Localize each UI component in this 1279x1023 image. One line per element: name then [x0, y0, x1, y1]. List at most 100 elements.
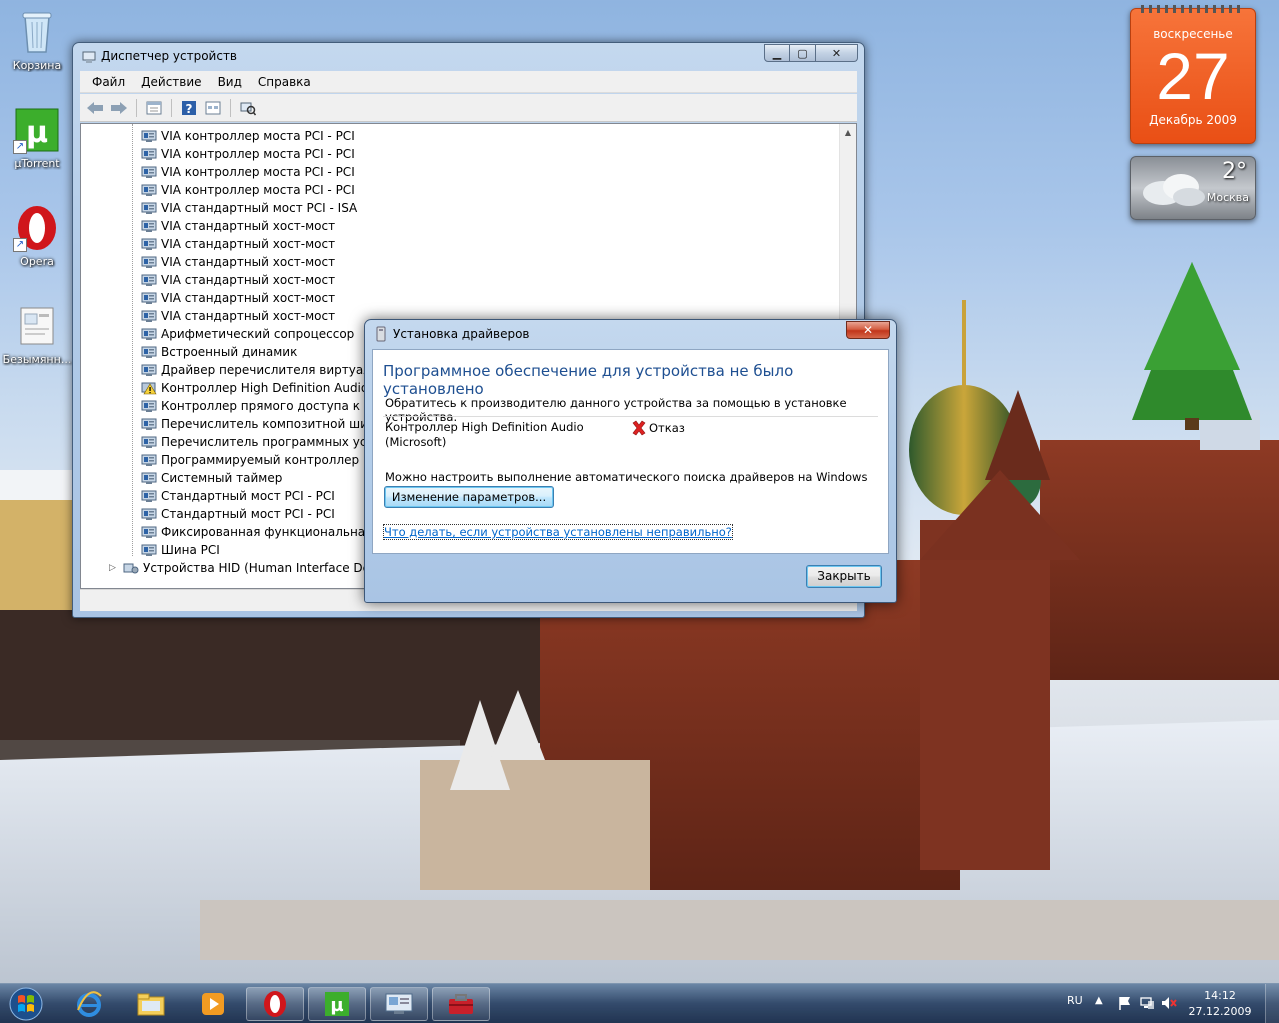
taskbar-utorrent[interactable]: µ — [308, 987, 366, 1021]
device-tree-item-label: Контроллер High Definition Audio (M — [161, 381, 388, 395]
device-tree-item[interactable]: VIA стандартный хост-мост — [81, 271, 839, 289]
desktop-icon-label: Безымянн... — [2, 353, 72, 366]
desktop-icon-label: Корзина — [12, 59, 62, 72]
volume-muted-icon[interactable] — [1161, 995, 1177, 1011]
show-hidden-icons-button[interactable]: ▲ — [1095, 995, 1111, 1011]
device-tree-item-label: Фиксированная функциональная кно — [161, 525, 399, 539]
device-icon — [141, 201, 157, 215]
device-tree-item-label: VIA контроллер моста PCI - PCI — [161, 165, 355, 179]
device-tree-item-label: Стандартный мост PCI - PCI — [161, 489, 335, 503]
device-tree-item-label: Перечислитель программных устро — [161, 435, 389, 449]
forward-button[interactable] — [108, 97, 130, 119]
desktop-icon-label: µTorrent — [14, 157, 60, 170]
device-tree-item-label: Стандартный мост PCI - PCI — [161, 507, 335, 521]
show-desktop-button[interactable] — [1265, 984, 1279, 1023]
device-tree-item[interactable]: VIA стандартный хост-мост — [81, 235, 839, 253]
utorrent-icon: µ — [325, 992, 349, 1016]
troubleshoot-link[interactable]: Что делать, если устройства установлены … — [383, 524, 733, 540]
device-tree-item-label: VIA стандартный хост-мост — [161, 255, 336, 269]
start-button[interactable] — [6, 986, 46, 1022]
device-tree-item-label: Арифметический сопроцессор — [161, 327, 355, 341]
svg-text:µ: µ — [330, 995, 343, 1016]
taskbar-media-player[interactable] — [184, 987, 242, 1021]
file-icon — [13, 302, 61, 350]
clock-time[interactable]: 14:12 — [1185, 989, 1255, 1002]
desktop-icon-untitled-file[interactable]: Безымянн... — [2, 302, 72, 366]
back-button[interactable] — [84, 97, 106, 119]
error-x-icon — [632, 420, 646, 436]
scan-hardware-button[interactable] — [237, 97, 259, 119]
view-button[interactable] — [202, 97, 224, 119]
toolbar: ? — [80, 94, 857, 122]
calendar-day: 27 — [1156, 39, 1230, 113]
taskbar-device-manager[interactable] — [370, 987, 428, 1021]
scan-hardware-icon — [240, 102, 256, 115]
menu-bar: Файл Действие Вид Справка — [80, 71, 857, 93]
status-text: Отказ — [649, 421, 685, 435]
device-manager-titlebar[interactable]: Диспетчер устройств ▁ ▢ ✕ — [73, 43, 864, 71]
device-tree-item[interactable]: VIA стандартный хост-мост — [81, 217, 839, 235]
taskbar-explorer[interactable] — [122, 987, 180, 1021]
back-arrow-icon — [87, 101, 103, 114]
properties-button[interactable] — [143, 97, 165, 119]
device-manager-app-icon — [82, 51, 96, 63]
device-tree-item-label: VIA контроллер моста PCI - PCI — [161, 129, 355, 143]
language-indicator[interactable]: RU — [1067, 994, 1083, 1007]
calendar-gadget[interactable]: воскресенье 27 Декабрь 2009 — [1130, 5, 1256, 144]
menu-file[interactable]: Файл — [84, 73, 133, 91]
device-icon — [141, 147, 157, 161]
driver-dialog-icon — [376, 326, 386, 342]
action-center-flag-icon[interactable] — [1117, 995, 1133, 1011]
help-icon: ? — [182, 100, 196, 116]
forward-arrow-icon — [111, 101, 127, 114]
device-tree-item[interactable]: VIA стандартный хост-мост — [81, 289, 839, 307]
device-tree-item[interactable]: VIA стандартный мост PCI - ISA — [81, 199, 839, 217]
menu-action[interactable]: Действие — [133, 73, 209, 91]
desktop-icon-recycle-bin[interactable]: Корзина — [2, 8, 72, 72]
close-dialog-button[interactable]: Закрыть — [806, 565, 882, 588]
device-tree-item[interactable]: VIA контроллер моста PCI - PCI — [81, 163, 839, 181]
opera-icon — [264, 991, 286, 1017]
device-icon — [141, 435, 157, 449]
weather-city: Москва — [1206, 191, 1249, 204]
dialog-content: Программное обеспечение для устройства н… — [372, 349, 889, 554]
cloud-icon — [1143, 174, 1205, 206]
taskbar-driver-install[interactable] — [432, 987, 490, 1021]
dialog-close-button[interactable]: ✕ — [846, 321, 890, 339]
help-button[interactable]: ? — [178, 97, 200, 119]
scroll-up-icon[interactable]: ▲ — [840, 124, 856, 141]
device-tree-item[interactable]: VIA контроллер моста PCI - PCI — [81, 181, 839, 199]
menu-help[interactable]: Справка — [250, 73, 319, 91]
device-tree-item[interactable]: VIA контроллер моста PCI - PCI — [81, 127, 839, 145]
taskbar-opera[interactable] — [246, 987, 304, 1021]
minimize-button[interactable]: ▁ — [764, 44, 790, 62]
device-tree-item[interactable]: VIA контроллер моста PCI - PCI — [81, 145, 839, 163]
device-tree-item-label: Программируемый контроллер пре — [161, 453, 386, 467]
desktop-icon-label: Opera — [20, 255, 54, 268]
minimize-icon: ▁ — [772, 46, 782, 60]
maximize-button[interactable]: ▢ — [790, 44, 816, 62]
menu-view[interactable]: Вид — [210, 73, 250, 91]
dialog-title: Установка драйверов — [393, 327, 530, 341]
device-icon — [141, 219, 157, 233]
weather-temperature: 2° — [1222, 159, 1247, 184]
device-icon — [141, 165, 157, 179]
change-settings-button[interactable]: Изменение параметров... — [384, 486, 554, 508]
device-tree-item-label: VIA контроллер моста PCI - PCI — [161, 183, 355, 197]
network-icon[interactable] — [1139, 995, 1155, 1011]
desktop-icon-utorrent[interactable]: µ ↗ µTorrent — [2, 106, 72, 170]
expand-arrow-icon[interactable]: ▷ — [109, 563, 119, 573]
device-icon — [141, 471, 157, 485]
device-tree-item[interactable]: VIA стандартный хост-мост — [81, 253, 839, 271]
taskbar-ie[interactable] — [60, 987, 118, 1021]
device-icon — [141, 507, 157, 521]
clock-date[interactable]: 27.12.2009 — [1185, 1005, 1255, 1018]
desktop-icon-opera[interactable]: ↗ Opera — [2, 204, 72, 268]
device-icon — [141, 345, 157, 359]
driver-install-dialog: Установка драйверов ✕ Программное обеспе… — [364, 319, 897, 603]
weather-gadget[interactable]: 2° Москва — [1130, 156, 1256, 220]
svg-text:?: ? — [186, 102, 193, 116]
properties-icon — [146, 101, 162, 114]
close-button[interactable]: ✕ — [816, 44, 858, 62]
driver-dialog-titlebar[interactable]: Установка драйверов ✕ — [365, 320, 896, 348]
